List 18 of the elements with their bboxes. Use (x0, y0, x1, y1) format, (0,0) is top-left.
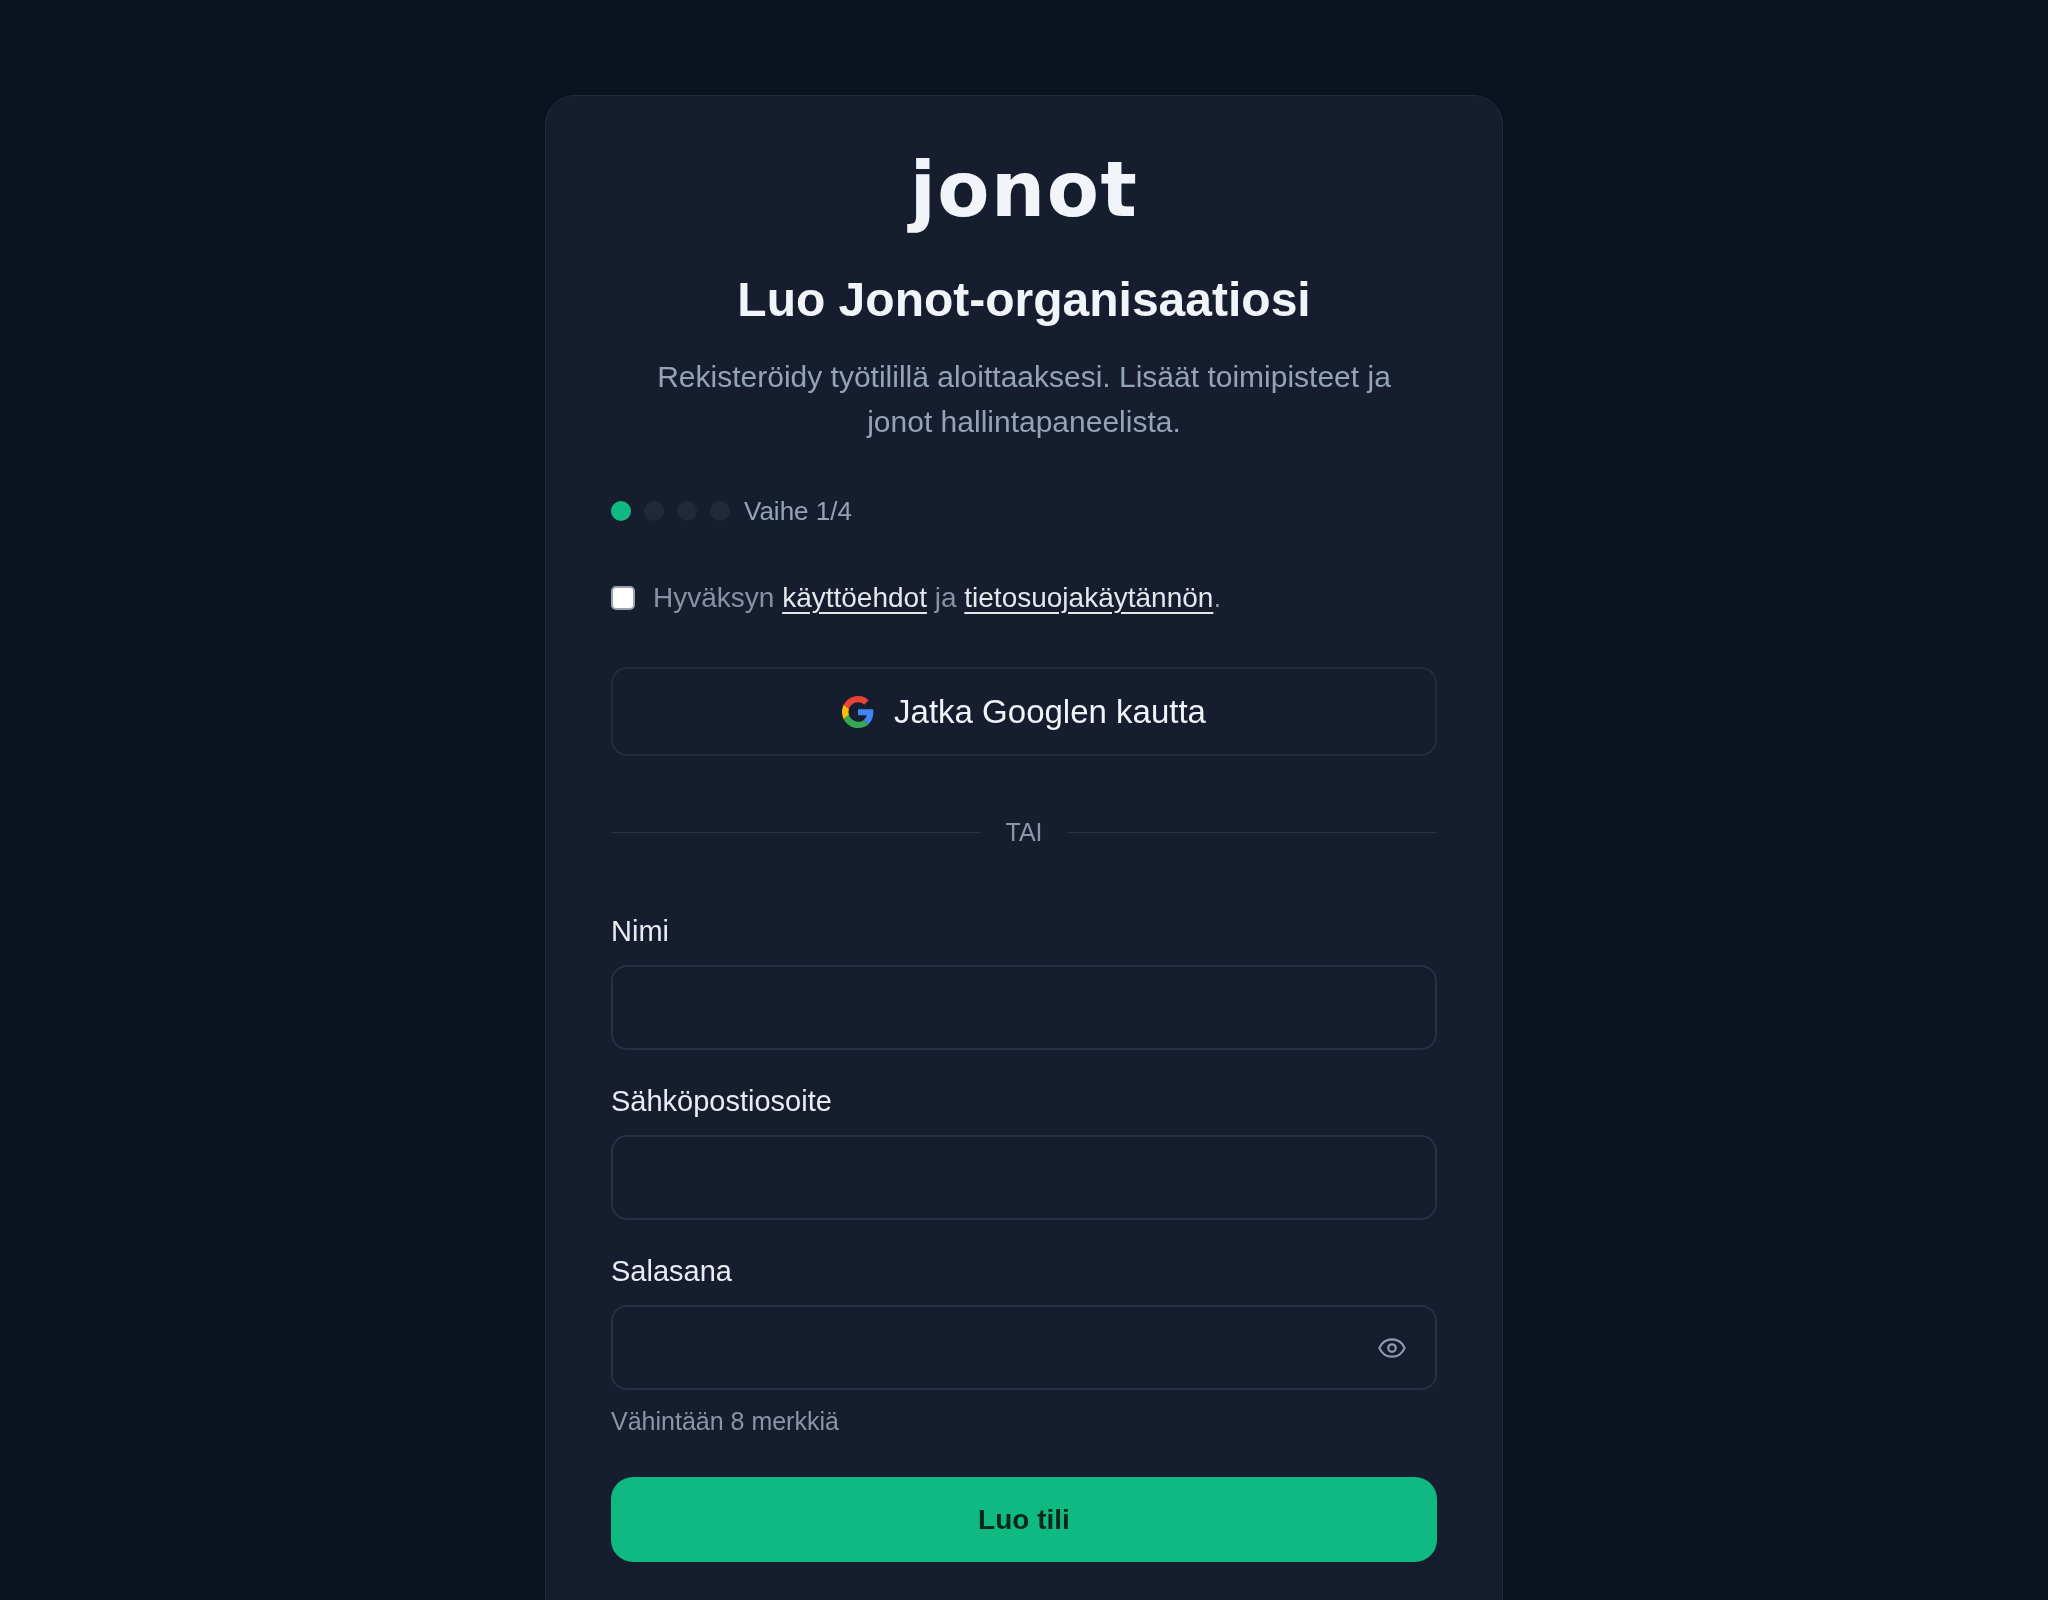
terms-text: Hyväksyn käyttöehdot ja tietosuojakäytännön. (653, 581, 1222, 615)
field-label: Sähköpostiosoite (611, 1084, 832, 1119)
field-label: Nimi (611, 914, 669, 949)
terms-checkbox[interactable] (611, 586, 635, 610)
page-title: Luo Jonot-organisaatiosi (737, 272, 1311, 328)
password-field[interactable] (611, 1305, 1437, 1390)
terms-link[interactable]: käyttöehdot (782, 582, 927, 613)
step-label: Vaihe 1/4 (744, 496, 852, 526)
google-signin-button[interactable]: Jatka Googlen kautta (611, 667, 1437, 756)
field-hint: Vähintään 8 merkkiä (611, 1406, 839, 1436)
separator-label: TAI (1005, 817, 1043, 848)
field-label: Salasana (611, 1254, 732, 1289)
email-field[interactable] (611, 1135, 1437, 1220)
name-field[interactable] (611, 965, 1437, 1050)
page-subtitle: Rekisteröidy työtilillä aloittaaksesi. Lisäät toimipisteet ja jonot hallintapaneelista. (656, 359, 1392, 440)
terms-link[interactable]: tietosuojakäytännön (964, 582, 1214, 613)
create-account-button[interactable]: Luo tili (611, 1477, 1437, 1562)
google-logo-icon (842, 695, 875, 728)
